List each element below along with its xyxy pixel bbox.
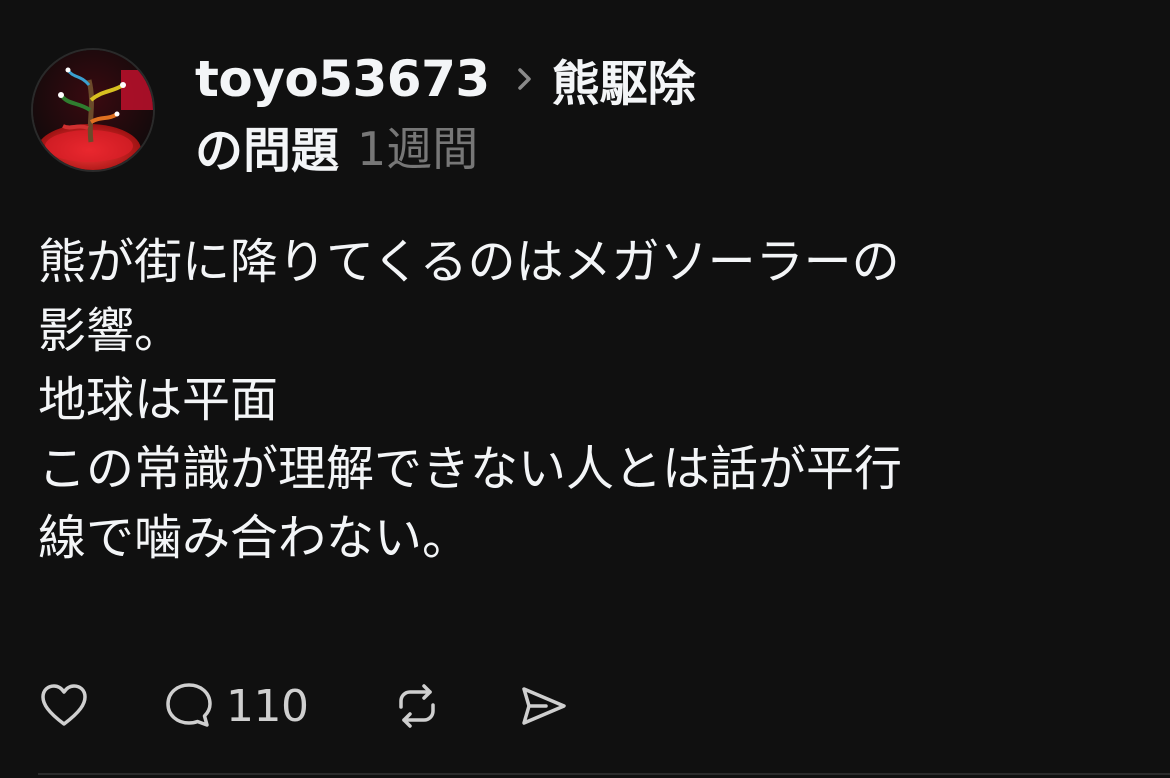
post-text-line: 影響。 xyxy=(38,303,183,359)
avatar[interactable] xyxy=(31,48,155,172)
thread-post: toyo53673 熊駆除 の問題 1週間 熊が街に降りてくるのはメガソーラーの… xyxy=(0,0,1170,778)
avatar-image xyxy=(33,50,153,170)
header-line-1: toyo53673 熊駆除 xyxy=(195,44,995,114)
send-icon xyxy=(522,687,566,725)
post-text-line: この常識が理解できない人とは話が平行 xyxy=(38,441,903,497)
post-divider xyxy=(38,773,1170,775)
post-body: 熊が街に降りてくるのはメガソーラーの 影響。 地球は平面 この常識が理解できない… xyxy=(38,232,1138,577)
share-button[interactable] xyxy=(516,676,570,736)
post-text-line: 線で噛み合わない。 xyxy=(38,510,471,566)
chevron-right-icon xyxy=(512,64,538,94)
post-timestamp: 1週間 xyxy=(357,122,479,176)
reply-count: 110 xyxy=(226,680,309,732)
topic-tag[interactable]: 熊駆除 xyxy=(552,44,696,114)
post-text-line: 熊が街に降りてくるのはメガソーラーの xyxy=(38,234,900,290)
like-button[interactable] xyxy=(38,676,90,736)
repost-button[interactable] xyxy=(390,676,444,736)
topic-tag-continued[interactable]: の問題 xyxy=(195,111,339,181)
reply-button[interactable]: 110 xyxy=(162,676,309,736)
comment-icon xyxy=(166,683,212,727)
action-bar: 110 xyxy=(38,676,738,736)
heart-icon xyxy=(41,684,87,726)
repost-icon xyxy=(399,684,435,728)
header-line-2: の問題 1週間 xyxy=(195,111,995,181)
post-header: toyo53673 熊駆除 の問題 1週間 xyxy=(195,44,995,181)
post-text-line: 地球は平面 xyxy=(38,372,279,428)
username[interactable]: toyo53673 xyxy=(195,50,490,108)
